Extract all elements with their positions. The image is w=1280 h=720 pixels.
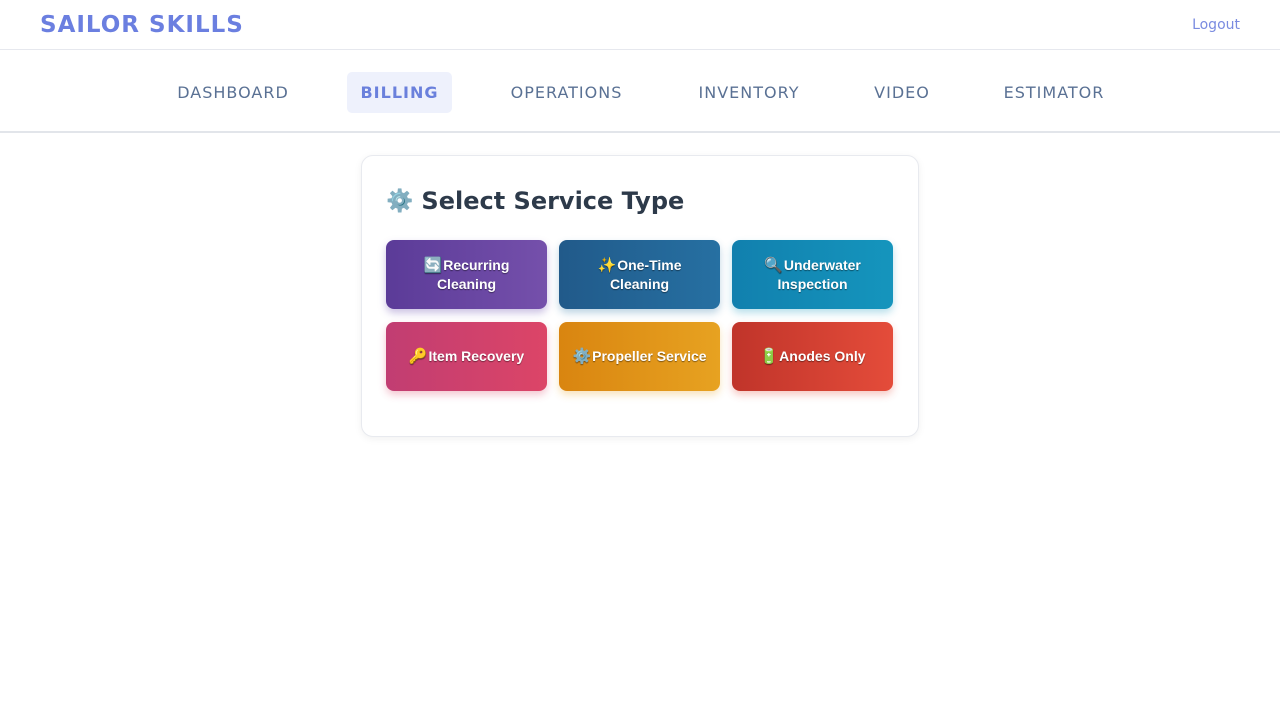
service-label: Anodes Only [779,348,866,364]
service-type-title: Select Service Type [421,187,685,215]
main-nav: DASHBOARD BILLING OPERATIONS INVENTORY V… [0,51,1280,133]
service-type-card: ⚙️ Select Service Type 🔄Recurring Cleani… [361,155,919,437]
item-recovery-button[interactable]: 🔑Item Recovery [386,322,547,391]
battery-icon: 🔋 [759,348,779,365]
one-time-cleaning-button[interactable]: ✨One-Time Cleaning [559,240,720,309]
nav-tab-billing[interactable]: BILLING [347,72,452,113]
service-type-heading: ⚙️ Select Service Type [386,184,684,218]
service-label: Item Recovery [428,348,525,364]
sparkles-icon: ✨ [597,257,617,274]
service-label: Recurring Cleaning [436,257,510,292]
brand-logo[interactable]: SAILOR SKILLS [40,10,244,40]
nav-tab-inventory[interactable]: INVENTORY [683,72,815,113]
underwater-inspection-button[interactable]: 🔍Underwater Inspection [732,240,893,309]
service-label: Propeller Service [592,348,707,364]
recurring-icon: 🔄 [423,257,443,274]
service-label: Underwater Inspection [777,257,861,292]
anodes-only-button[interactable]: 🔋Anodes Only [732,322,893,391]
nav-tab-video[interactable]: VIDEO [859,72,945,113]
nav-tab-estimator[interactable]: ESTIMATOR [989,72,1119,113]
gear-icon: ⚙️ [572,348,592,365]
nav-tab-dashboard[interactable]: DASHBOARD [160,72,306,113]
nav-tab-operations[interactable]: OPERATIONS [494,72,639,113]
gear-icon: ⚙️ [386,188,414,214]
magnifier-icon: 🔍 [764,257,783,274]
key-icon: 🔑 [408,348,428,365]
propeller-service-button[interactable]: ⚙️Propeller Service [559,322,720,391]
top-bar: SAILOR SKILLS Logout [0,0,1280,50]
logout-link[interactable]: Logout [1192,15,1240,35]
recurring-cleaning-button[interactable]: 🔄Recurring Cleaning [386,240,547,309]
service-label: One-Time Cleaning [609,257,682,292]
